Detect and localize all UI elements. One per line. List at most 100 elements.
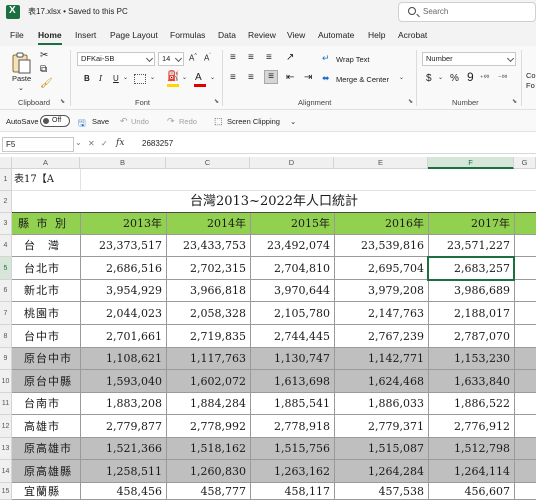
fill-color-icon[interactable]: ⛽	[167, 71, 179, 82]
county-name-cell[interactable]: 原台中縣	[12, 370, 80, 392]
autosave-toggle[interactable]: Off	[40, 115, 70, 127]
row-header[interactable]: 14	[0, 460, 12, 483]
row-header[interactable]: 13	[0, 438, 12, 460]
column-header-e[interactable]: E	[334, 157, 428, 169]
search-box[interactable]: Search	[398, 2, 536, 22]
row-header[interactable]: 5	[0, 257, 12, 280]
paste-label[interactable]: Paste	[12, 74, 31, 83]
column-header-d[interactable]: D	[250, 157, 334, 169]
header-cell[interactable]: 2016年	[334, 213, 428, 234]
header-cell[interactable]: 縣 市 別	[12, 213, 80, 234]
county-name-cell[interactable]: 高雄市	[12, 415, 80, 437]
population-cell[interactable]: 1,593,040	[80, 370, 166, 392]
tab-insert[interactable]: Insert	[75, 30, 96, 40]
percent-style-icon[interactable]: %	[450, 73, 459, 84]
row-header[interactable]: 8	[0, 325, 12, 348]
header-cell[interactable]: 2014年	[166, 213, 250, 234]
alignment-launcher-icon[interactable]: ⬊	[408, 98, 413, 105]
population-cell[interactable]: 2,778,918	[250, 415, 334, 437]
clipboard-launcher-icon[interactable]: ⬊	[60, 98, 65, 105]
cell-a1[interactable]: 表17【A	[12, 169, 80, 190]
borders-icon[interactable]	[134, 74, 146, 84]
number-format-dropdown[interactable]: Number	[422, 52, 516, 66]
tab-review[interactable]: Review	[248, 30, 276, 40]
bold-button[interactable]: B	[84, 74, 90, 83]
save-icon[interactable]: 🖫	[78, 116, 86, 132]
name-box-dropdown-icon[interactable]: ⌄	[75, 138, 82, 147]
population-cell[interactable]: 1,515,087	[334, 438, 428, 459]
increase-decimal-icon[interactable]: ⁺⁰⁰	[480, 74, 489, 82]
align-middle-icon[interactable]: ≡	[248, 52, 254, 63]
column-header-b[interactable]: B	[80, 157, 166, 169]
county-name-cell[interactable]: 原高雄縣	[12, 460, 80, 482]
tab-file[interactable]: File	[10, 30, 24, 40]
font-color-dropdown-icon[interactable]: ⌄	[210, 74, 215, 81]
population-cell[interactable]: 3,954,929	[80, 280, 166, 301]
county-name-cell[interactable]: 台南市	[12, 393, 80, 414]
population-cell[interactable]: 457,538	[334, 483, 428, 499]
enter-icon[interactable]: ✓	[101, 139, 108, 148]
population-cell[interactable]: 1,883,208	[80, 393, 166, 414]
name-box[interactable]: F5	[2, 137, 74, 152]
row-header[interactable]: 6	[0, 280, 12, 302]
population-cell[interactable]: 2,188,017	[428, 302, 514, 324]
cancel-icon[interactable]: ✕	[88, 139, 95, 148]
population-cell[interactable]: 458,777	[166, 483, 250, 499]
conditional-format-partial-2[interactable]: Fo	[526, 81, 535, 90]
conditional-format-partial[interactable]: Co	[526, 71, 536, 80]
population-cell[interactable]: 1,633,840	[428, 370, 514, 392]
population-cell[interactable]: 1,613,698	[250, 370, 334, 392]
population-cell[interactable]: 456,607	[428, 483, 514, 499]
population-cell[interactable]: 2,686,516	[80, 257, 166, 279]
population-cell[interactable]: 1,624,468	[334, 370, 428, 392]
orientation-icon[interactable]: ↗	[286, 52, 294, 63]
merge-center-icon[interactable]: ⬌	[322, 73, 330, 84]
population-cell[interactable]: 23,571,227	[428, 235, 514, 256]
population-cell[interactable]: 2,701,661	[80, 325, 166, 347]
align-bottom-icon[interactable]: ≡	[266, 52, 272, 63]
accounting-format-icon[interactable]: $	[426, 73, 432, 84]
population-cell[interactable]: 2,776,912	[428, 415, 514, 437]
row-header[interactable]: 4	[0, 235, 12, 257]
insert-function-icon[interactable]: fx	[116, 138, 124, 148]
county-name-cell[interactable]: 新北市	[12, 280, 80, 301]
county-name-cell[interactable]: 原台中市	[12, 348, 80, 369]
font-color-icon[interactable]: A	[195, 72, 202, 83]
population-cell[interactable]: 3,986,689	[428, 280, 514, 301]
redo-button[interactable]: Redo	[179, 117, 197, 126]
decrease-font-icon[interactable]: Aˇ	[204, 53, 211, 63]
wrap-text-icon[interactable]: ↵	[322, 53, 330, 64]
population-cell[interactable]: 3,979,208	[334, 280, 428, 301]
county-name-cell[interactable]: 宜蘭縣	[12, 483, 80, 499]
population-cell[interactable]: 1,117,763	[166, 348, 250, 369]
font-launcher-icon[interactable]: ⬊	[214, 98, 219, 105]
population-cell[interactable]: 1,515,756	[250, 438, 334, 459]
tab-help[interactable]: Help	[368, 30, 385, 40]
population-cell[interactable]: 2,105,780	[250, 302, 334, 324]
population-cell[interactable]: 2,767,239	[334, 325, 428, 347]
undo-icon[interactable]: ↶	[120, 116, 128, 127]
population-cell[interactable]: 2,744,445	[250, 325, 334, 347]
decrease-indent-icon[interactable]: ⇤	[286, 72, 294, 83]
population-cell[interactable]: 1,518,162	[166, 438, 250, 459]
population-cell[interactable]: 1,521,366	[80, 438, 166, 459]
select-all-corner[interactable]	[0, 157, 12, 169]
align-top-icon[interactable]: ≡	[230, 52, 236, 63]
row-header[interactable]: 12	[0, 415, 12, 438]
population-cell[interactable]: 1,885,541	[250, 393, 334, 414]
increase-font-icon[interactable]: A^	[189, 53, 197, 63]
population-cell[interactable]: 1,512,798	[428, 438, 514, 459]
underline-dropdown-icon[interactable]: ⌄	[123, 74, 128, 81]
screen-clipping-icon[interactable]: ⬚	[214, 116, 223, 127]
borders-dropdown-icon[interactable]: ⌄	[150, 74, 155, 81]
tab-page-layout[interactable]: Page Layout	[110, 30, 158, 40]
population-cell[interactable]: 2,704,810	[250, 257, 334, 279]
population-cell[interactable]: 1,153,230	[428, 348, 514, 369]
cut-icon[interactable]: ✂	[40, 50, 48, 61]
formula-input[interactable]: 2683257	[142, 139, 173, 148]
row-header[interactable]: 7	[0, 302, 12, 325]
population-cell[interactable]: 1,602,072	[166, 370, 250, 392]
population-cell[interactable]: 1,142,771	[334, 348, 428, 369]
file-title[interactable]: 表17.xlsx • Saved to this PC	[28, 6, 128, 17]
row-header[interactable]: 10	[0, 370, 12, 393]
